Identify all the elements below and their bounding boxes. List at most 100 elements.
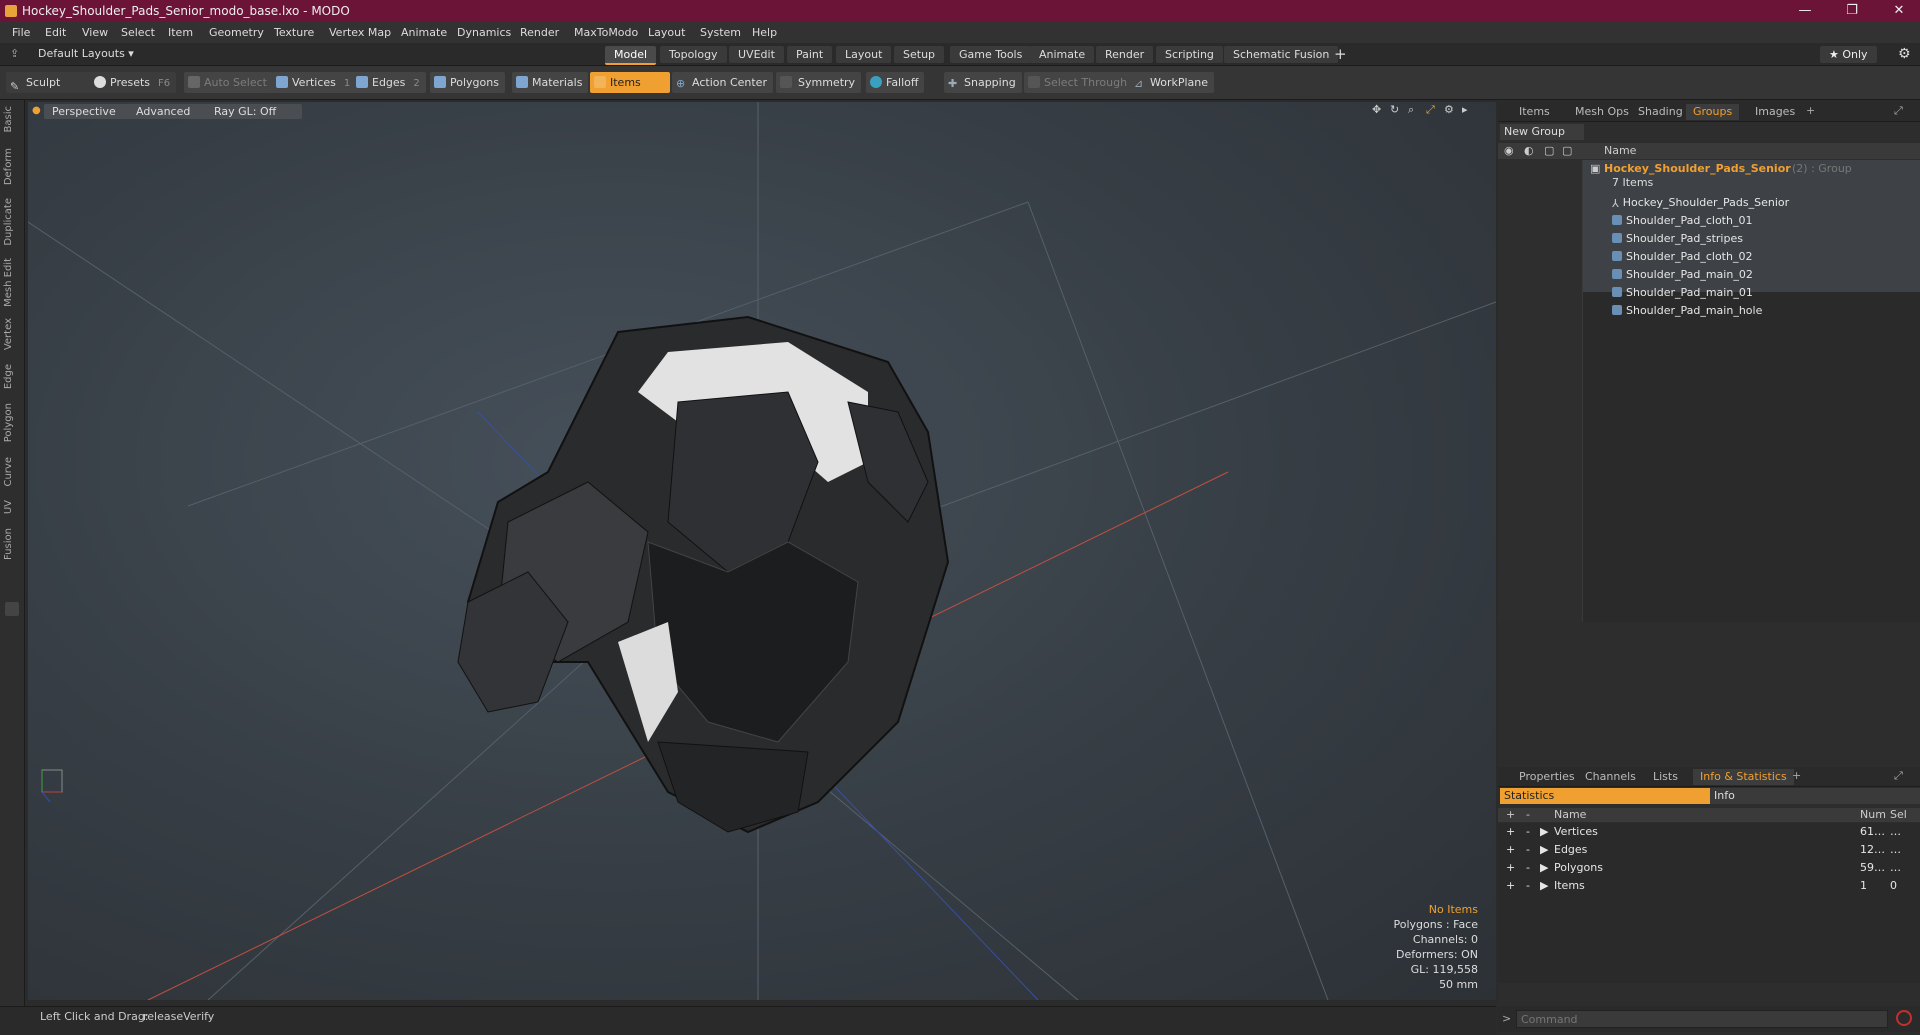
- raygl-dropdown[interactable]: Ray GL: Off: [206, 104, 302, 119]
- rotate-view-icon[interactable]: ↻: [1390, 103, 1399, 116]
- layout-arrow-icon[interactable]: ⇪: [10, 47, 19, 60]
- materials-button[interactable]: Materials: [512, 72, 589, 93]
- vtab-vertex[interactable]: Vertex: [3, 318, 21, 350]
- tab-info-statistics[interactable]: Info & Statistics: [1693, 769, 1794, 785]
- menu-dynamics[interactable]: Dynamics: [457, 26, 511, 39]
- menu-render[interactable]: Render: [520, 26, 559, 39]
- row-expand-icon[interactable]: ▶: [1540, 859, 1548, 877]
- table-row[interactable]: + - ▶ Items 1 0: [1498, 877, 1920, 895]
- collapse-minus-icon[interactable]: -: [1526, 877, 1530, 895]
- tab-shading[interactable]: Shading: [1631, 104, 1690, 120]
- tab-model[interactable]: Model: [605, 46, 657, 65]
- group-child-row[interactable]: Shoulder_Pad_main_02: [1612, 266, 1912, 284]
- vtab-basic[interactable]: Basic: [3, 106, 21, 132]
- bottom-panel-expand-icon[interactable]: ⤢: [1894, 769, 1903, 783]
- vtab-edge[interactable]: Edge: [3, 364, 21, 389]
- menu-view[interactable]: View: [82, 26, 108, 39]
- tab-layout[interactable]: Layout: [836, 46, 892, 63]
- expand-plus-icon[interactable]: +: [1506, 859, 1515, 877]
- viewport-expand-icon[interactable]: ▸: [1462, 103, 1468, 116]
- add-panel-tab-icon[interactable]: +: [1806, 104, 1815, 117]
- menu-geometry[interactable]: Geometry: [209, 26, 264, 39]
- move-view-icon[interactable]: ✥: [1372, 103, 1381, 116]
- vtab-mesh-edit[interactable]: Mesh Edit: [3, 258, 21, 307]
- only-toggle[interactable]: ★ Only: [1820, 46, 1877, 63]
- menu-help[interactable]: Help: [752, 26, 777, 39]
- add-bottom-tab-icon[interactable]: +: [1792, 769, 1801, 782]
- tab-schematic-fusion[interactable]: Schematic Fusion: [1224, 46, 1339, 63]
- group-child-row[interactable]: Shoulder_Pad_cloth_01: [1612, 212, 1912, 230]
- group-child-row[interactable]: Shoulder_Pad_cloth_02: [1612, 248, 1912, 266]
- restore-button[interactable]: ❐: [1838, 2, 1866, 20]
- viewport-settings-icon[interactable]: ⚙: [1444, 103, 1454, 116]
- perspective-dropdown[interactable]: Perspective: [44, 104, 136, 119]
- collapse-minus-icon[interactable]: -: [1526, 841, 1530, 859]
- minimize-button[interactable]: —: [1791, 2, 1819, 20]
- vtab-fusion[interactable]: Fusion: [3, 528, 21, 560]
- tab-setup[interactable]: Setup: [894, 46, 945, 63]
- collapse-minus-icon[interactable]: -: [1526, 823, 1530, 841]
- vtab-duplicate[interactable]: Duplicate: [3, 198, 21, 246]
- group-child-row[interactable]: Shoulder_Pad_main_hole: [1612, 302, 1912, 320]
- tab-mesh-ops[interactable]: Mesh Ops: [1568, 104, 1636, 120]
- select-through-button[interactable]: Select Through: [1024, 72, 1134, 93]
- menu-vertex-map[interactable]: Vertex Map: [329, 26, 391, 39]
- viewport-menu-icon[interactable]: ●: [32, 105, 41, 116]
- vertices-button[interactable]: Vertices 1: [272, 72, 357, 93]
- falloff-button[interactable]: Falloff: [866, 72, 925, 93]
- 3d-viewport[interactable]: ● Perspective Advanced Ray GL: Off ✥ ↻ ⌕…: [28, 102, 1496, 1000]
- collapse-minus-icon[interactable]: -: [1526, 859, 1530, 877]
- advanced-dropdown[interactable]: Advanced: [128, 104, 214, 119]
- fit-view-icon[interactable]: ⤢: [1426, 103, 1435, 117]
- menu-texture[interactable]: Texture: [274, 26, 314, 39]
- tab-images[interactable]: Images: [1748, 104, 1802, 120]
- layout-preset-dropdown[interactable]: Default Layouts ▾: [38, 47, 134, 60]
- action-center-button[interactable]: ⊕ Action Center: [672, 72, 773, 93]
- row-expand-icon[interactable]: ▶: [1540, 841, 1548, 859]
- group-child-row[interactable]: ⅄ Hockey_Shoulder_Pads_Senior: [1612, 194, 1912, 212]
- auto-select-button[interactable]: Auto Select: [184, 72, 273, 93]
- menu-edit[interactable]: Edit: [45, 26, 66, 39]
- table-row[interactable]: + - ▶ Vertices 61… …: [1498, 823, 1920, 841]
- strip-toggle-button[interactable]: [5, 602, 19, 616]
- new-group-button[interactable]: New Group: [1500, 124, 1584, 140]
- expand-plus-icon[interactable]: +: [1506, 823, 1515, 841]
- command-input[interactable]: [1516, 1010, 1888, 1028]
- tab-lists[interactable]: Lists: [1646, 769, 1685, 785]
- sculpt-button[interactable]: ✎ Sculpt: [6, 72, 92, 93]
- menu-system[interactable]: System: [700, 26, 741, 39]
- vtab-polygon[interactable]: Polygon: [3, 403, 21, 442]
- table-row[interactable]: + - ▶ Polygons 59… …: [1498, 859, 1920, 877]
- info-tab[interactable]: Info: [1710, 788, 1920, 804]
- edges-button[interactable]: Edges 2: [352, 72, 426, 93]
- tab-items[interactable]: Items: [1512, 104, 1557, 120]
- vtab-deform[interactable]: Deform: [3, 148, 21, 185]
- group-child-row[interactable]: Shoulder_Pad_stripes: [1612, 230, 1912, 248]
- add-tab-icon[interactable]: +: [1334, 45, 1347, 63]
- tab-topology[interactable]: Topology: [660, 46, 727, 63]
- symmetry-button[interactable]: Symmetry: [776, 72, 862, 93]
- gear-icon[interactable]: ⚙: [1898, 46, 1911, 62]
- polygons-button[interactable]: Polygons: [430, 72, 505, 93]
- expand-plus-icon[interactable]: +: [1506, 877, 1515, 895]
- zoom-view-icon[interactable]: ⌕: [1408, 103, 1414, 117]
- menu-animate[interactable]: Animate: [401, 26, 447, 39]
- record-icon[interactable]: [1896, 1010, 1912, 1026]
- panel-expand-icon[interactable]: ⤢: [1894, 104, 1903, 118]
- tab-uvedit[interactable]: UVEdit: [729, 46, 784, 63]
- tab-properties[interactable]: Properties: [1512, 769, 1582, 785]
- close-button[interactable]: ✕: [1885, 2, 1913, 20]
- row-expand-icon[interactable]: ▶: [1540, 823, 1548, 841]
- tab-paint[interactable]: Paint: [787, 46, 833, 63]
- menu-file[interactable]: File: [12, 26, 30, 39]
- tab-groups[interactable]: Groups: [1686, 104, 1740, 120]
- menu-layout[interactable]: Layout: [648, 26, 685, 39]
- items-button[interactable]: Items: [590, 72, 670, 93]
- menu-maxtomodo[interactable]: MaxToModo: [574, 26, 638, 39]
- vtab-uv[interactable]: UV: [3, 500, 21, 514]
- vtab-curve[interactable]: Curve: [3, 457, 21, 487]
- tab-scripting[interactable]: Scripting: [1156, 46, 1223, 63]
- snapping-button[interactable]: ✚ Snapping: [944, 72, 1022, 93]
- tab-animate[interactable]: Animate: [1030, 46, 1095, 63]
- tab-game-tools[interactable]: Game Tools: [950, 46, 1032, 63]
